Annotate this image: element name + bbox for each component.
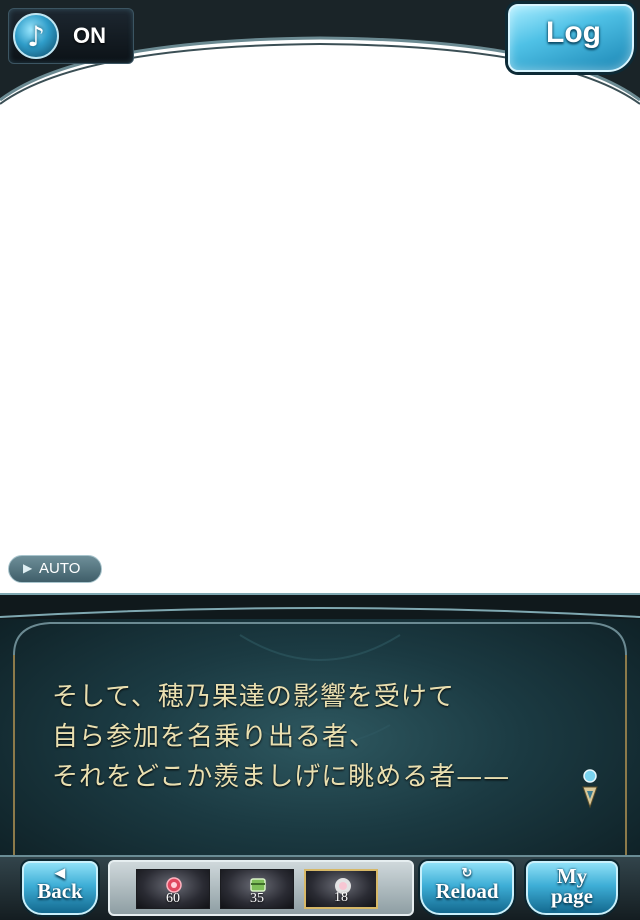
back-button-label: Back — [37, 879, 83, 903]
reload-icon: ↻ — [461, 865, 473, 880]
bottom-nav-bar: ◀ Back 60 35 18 ↻ Reload My page — [0, 855, 640, 920]
mypage-label-line2: page — [551, 884, 593, 908]
item-slot-selected[interactable]: 18 — [304, 869, 378, 909]
item-slot[interactable]: 60 — [136, 869, 210, 909]
advance-indicator-icon — [582, 769, 598, 809]
mypage-button[interactable]: My page — [526, 861, 618, 915]
back-arrow-icon: ◀ — [55, 865, 65, 880]
music-note-icon: ♪ — [13, 13, 59, 59]
dialogue-line: 自ら参加を名乗り出る者、 — [52, 722, 377, 752]
back-button[interactable]: ◀ Back — [22, 861, 98, 915]
play-arrow-icon: ▶ — [23, 561, 33, 575]
reload-button[interactable]: ↻ Reload — [420, 861, 514, 915]
item-slot[interactable]: 35 — [220, 869, 294, 909]
auto-button[interactable]: ▶ AUTO — [8, 555, 102, 583]
mypage-label-line1: My — [556, 864, 588, 888]
reload-button-label: Reload — [435, 879, 499, 903]
item-count: 18 — [334, 890, 348, 905]
music-toggle-button[interactable]: ♪ ON — [8, 8, 134, 64]
log-button-label: Log — [546, 16, 601, 49]
dialogue-line: そして、穂乃果達の影響を受けて — [52, 682, 455, 712]
dialogue-line: それをどこか羨ましげに眺める者—— — [52, 762, 511, 792]
top-frame: ♪ ON Log — [0, 0, 640, 110]
music-state-label: ON — [73, 23, 106, 48]
item-count: 35 — [250, 891, 264, 906]
dialogue-box[interactable]: そして、穂乃果達の影響を受けて 自ら参加を名乗り出る者、 それをどこか羨ましげに… — [0, 593, 640, 857]
dialogue-text: そして、穂乃果達の影響を受けて 自ら参加を名乗り出る者、 それをどこか羨ましげに… — [52, 677, 572, 797]
auto-button-label: AUTO — [39, 560, 81, 577]
log-button[interactable]: Log — [508, 4, 634, 72]
item-count: 60 — [166, 891, 180, 906]
item-tray: 60 35 18 — [108, 860, 414, 916]
